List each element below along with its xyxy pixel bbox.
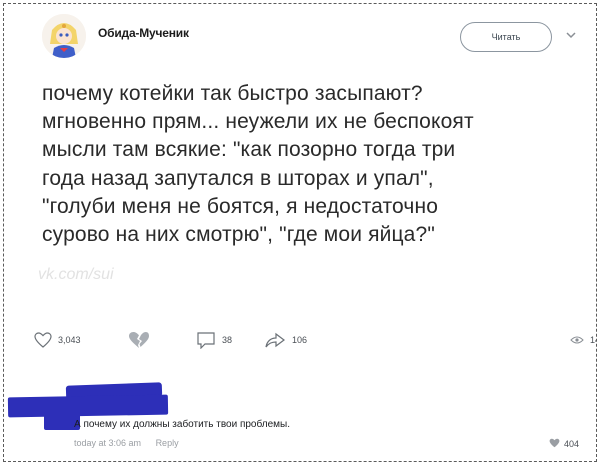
comment-like-count: 404 [564,439,580,449]
tweet-line: года назад запутался в шторах и упал", [42,166,434,190]
broken-heart-icon [128,331,150,349]
avatar-image [42,14,86,58]
eye-icon [570,335,584,345]
reply-link[interactable]: Reply [156,438,179,448]
tweet-text: почему котейки так быстро засыпают? мгно… [42,80,572,249]
redaction-scribble [7,394,169,418]
follow-button[interactable]: Читать [460,22,552,52]
comment-like-action[interactable]: 404 [549,438,579,450]
watermark: vk.com/sui [38,266,114,283]
comment: А почему их должны заботить твои проблем… [4,382,596,459]
share-count: 106 [292,335,308,345]
broken-heart-action[interactable] [128,328,150,352]
tweet-line: мысли там всякие: "как позорно тогда три [42,138,456,162]
comment-text: А почему их должны заботить твои проблем… [74,419,291,430]
like-action[interactable]: 3,043 [34,328,81,352]
reply-count: 38 [222,335,233,345]
chevron-down-icon[interactable] [564,28,578,42]
comment-time[interactable]: today at 3:06 am [74,438,141,448]
tweet-header: Обида-Мученик Читать [34,14,582,62]
views-action: 14 [570,328,596,352]
tweet-line: почему котейки так быстро засыпают? [42,82,423,105]
share-action[interactable]: 106 [264,328,307,352]
view-count: 14 [590,335,596,345]
screenshot-frame: Обида-Мученик Читать почему котейки так … [3,3,597,462]
comment-icon [196,331,216,349]
comment-meta: today at 3:06 am Reply [74,438,179,448]
heart-icon [34,332,52,348]
avatar[interactable] [42,14,86,58]
author-name[interactable]: Обида-Мученик [98,26,189,40]
tweet-line: мгновенно прям... неужели их не беспокоя… [42,110,474,134]
tweet-line: сурово на них смотрю", "где мои яйца?" [42,223,435,247]
tweet-line: "голуби меня не боятся, я недостаточно [42,194,439,218]
tweet-actions: 3,043 38 106 14 [34,328,596,352]
like-count: 3,043 [58,335,81,345]
heart-icon [549,438,560,450]
share-arrow-icon [264,331,286,349]
reply-action[interactable]: 38 [196,328,232,352]
